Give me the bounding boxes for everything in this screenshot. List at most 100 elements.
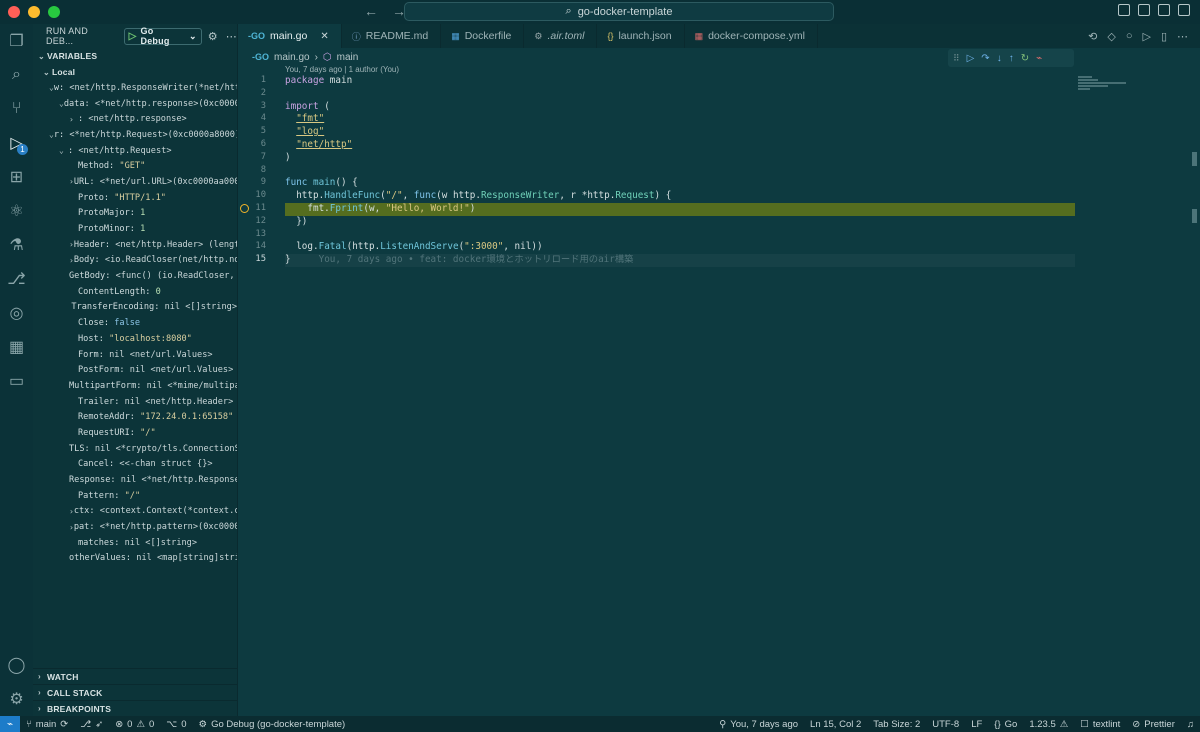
- extensions-icon[interactable]: ⊞: [0, 160, 33, 194]
- variable-row[interactable]: Close: false: [33, 315, 237, 331]
- call-stack-section-header[interactable]: › CALL STACK: [33, 684, 238, 700]
- variable-row[interactable]: Trailer: nil <net/http.Header>: [33, 394, 237, 410]
- variable-row[interactable]: ⌄ w: <net/http.ResponseWriter(*net/htt…: [33, 80, 237, 96]
- variable-row[interactable]: ⌄: <net/http.Request>: [33, 143, 237, 159]
- problems-status[interactable]: ⊗ 0 ⚠ 0: [109, 719, 160, 730]
- step-over-icon[interactable]: ↷: [981, 53, 989, 64]
- explorer-icon[interactable]: ❐: [0, 24, 33, 58]
- tab-docker-compose[interactable]: ▦ docker-compose.yml: [685, 24, 818, 48]
- tab-launch-json[interactable]: {} launch.json: [597, 24, 685, 48]
- line-number[interactable]: 5: [238, 126, 278, 139]
- variable-row[interactable]: Cancel: <<-chan struct {}>: [33, 457, 237, 473]
- close-icon[interactable]: ✕: [320, 31, 328, 42]
- more-actions-icon[interactable]: ⋯: [1177, 30, 1188, 43]
- command-center-search[interactable]: ⌕ go-docker-template: [404, 2, 834, 21]
- cursor-position-status[interactable]: Ln 15, Col 2: [804, 719, 867, 730]
- textlint-status[interactable]: ☐ textlint: [1074, 719, 1126, 730]
- language-mode-status[interactable]: {} Go: [988, 719, 1023, 730]
- variable-row[interactable]: Form: nil <net/url.Values>: [33, 347, 237, 363]
- search-icon[interactable]: ⌕: [0, 58, 33, 92]
- line-number[interactable]: 15: [238, 254, 278, 267]
- variable-row[interactable]: RequestURI: "/": [33, 425, 237, 441]
- disconnect-icon[interactable]: ⌁: [1036, 53, 1042, 64]
- chevron-right-icon[interactable]: ›: [69, 115, 78, 124]
- variable-row[interactable]: ContentLength: 0: [33, 284, 237, 300]
- encoding-status[interactable]: UTF-8: [926, 719, 965, 730]
- line-number-gutter[interactable]: 1 2 3 4 5 6 7 8 9 10 11 12 13 14 15: [238, 75, 278, 267]
- variable-row[interactable]: MultipartForm: nil <*mime/multipar…: [33, 378, 237, 394]
- variable-row[interactable]: ›: <net/http.response>: [33, 111, 237, 127]
- variable-row[interactable]: Proto: "HTTP/1.1": [33, 190, 237, 206]
- ports-status[interactable]: ⌥ 0: [160, 719, 192, 730]
- variable-row[interactable]: ProtoMinor: 1: [33, 221, 237, 237]
- line-number[interactable]: 6: [238, 139, 278, 152]
- chevron-down-icon[interactable]: ⌄: [59, 146, 68, 155]
- variable-row[interactable]: matches: nil <[]string>: [33, 535, 237, 551]
- breadcrumb-file[interactable]: main.go: [274, 52, 310, 63]
- eol-status[interactable]: LF: [965, 719, 988, 730]
- variable-row[interactable]: ›pat: <*net/http.pattern>(0xc000028…: [33, 519, 237, 535]
- account-icon[interactable]: ◯: [0, 648, 33, 682]
- launch-config-select[interactable]: ▷ Go Debug ⌄: [123, 26, 202, 46]
- back-arrow-icon[interactable]: ←: [364, 3, 378, 19]
- customize-layout-icon[interactable]: [1178, 4, 1190, 16]
- variable-row[interactable]: ⌄ r: <*net/http.Request>(0xc0000a8000): [33, 127, 237, 143]
- variable-row[interactable]: Pattern: "/": [33, 488, 237, 504]
- variable-row[interactable]: ›Header: <net/http.Header> (length:…: [33, 237, 237, 253]
- variable-row[interactable]: ›ctx: <context.Context(*context.can…: [33, 504, 237, 520]
- line-number[interactable]: 14: [238, 241, 278, 254]
- line-number[interactable]: 12: [238, 216, 278, 229]
- toggle-sidebar-icon[interactable]: [1118, 4, 1130, 16]
- restart-icon[interactable]: ↻: [1021, 53, 1029, 64]
- paused-breakpoint-icon[interactable]: [240, 203, 249, 213]
- source-control-icon[interactable]: ⑂: [0, 92, 33, 126]
- debug-config-status[interactable]: ⚙ Go Debug (go-docker-template): [193, 719, 352, 730]
- line-number[interactable]: 13: [238, 229, 278, 242]
- run-and-debug-icon[interactable]: ▷ 1: [0, 126, 33, 160]
- variable-row[interactable]: otherValues: nil <map[string]strin…: [33, 551, 237, 567]
- variable-row[interactable]: PostForm: nil <net/url.Values>: [33, 362, 237, 378]
- tab-size-status[interactable]: Tab Size: 2: [867, 719, 926, 730]
- variables-section-header[interactable]: ⌄ VARIABLES: [33, 48, 237, 64]
- more-actions-icon[interactable]: ⋯: [226, 30, 237, 43]
- drag-handle-icon[interactable]: ⠿: [953, 53, 960, 64]
- open-launch-json-gear-icon[interactable]: ⚙: [208, 30, 218, 43]
- sync-icon[interactable]: ⟳: [60, 719, 68, 730]
- variable-row[interactable]: ›Body: <io.ReadCloser(net/http.noBo…: [33, 253, 237, 269]
- run-go-icon[interactable]: ▷: [1142, 30, 1150, 43]
- split-editor-icon[interactable]: ▯: [1161, 30, 1167, 43]
- toggle-secondary-sidebar-icon[interactable]: [1158, 4, 1170, 16]
- variable-row[interactable]: Host: "localhost:8080": [33, 331, 237, 347]
- close-window-button[interactable]: [8, 6, 20, 18]
- remote-indicator-icon[interactable]: ⌁: [0, 716, 20, 732]
- previous-change-icon[interactable]: ◇: [1107, 30, 1115, 43]
- react-icon[interactable]: ⚛: [0, 194, 33, 228]
- line-number[interactable]: 9: [238, 177, 278, 190]
- settings-gear-icon[interactable]: ⚙: [0, 682, 33, 716]
- gitlens-status[interactable]: ⎇ ➶: [74, 719, 109, 730]
- toggle-panel-icon[interactable]: [1138, 4, 1150, 16]
- line-number[interactable]: 10: [238, 190, 278, 203]
- notifications-status[interactable]: ♫: [1181, 719, 1200, 730]
- line-number[interactable]: 3: [238, 101, 278, 114]
- tab-readme[interactable]: ⓘ README.md: [342, 24, 442, 48]
- line-number[interactable]: 7: [238, 152, 278, 165]
- chat-icon[interactable]: ▭: [0, 364, 33, 398]
- step-into-icon[interactable]: ↓: [997, 53, 1002, 64]
- line-number[interactable]: 1: [238, 75, 278, 88]
- variable-row[interactable]: ProtoMajor: 1: [33, 206, 237, 222]
- blame-status[interactable]: ⚲ You, 7 days ago: [713, 719, 804, 730]
- line-number[interactable]: 2: [238, 88, 278, 101]
- variable-row[interactable]: ⌄ data: <*net/http.response>(0xc0000…: [33, 96, 237, 112]
- codelens-blame[interactable]: You, 7 days ago | 1 author (You): [285, 65, 399, 74]
- watch-section-header[interactable]: › WATCH: [33, 668, 238, 684]
- variable-row[interactable]: TLS: nil <*crypto/tls.ConnectionSt…: [33, 441, 237, 457]
- line-number[interactable]: 11: [238, 203, 278, 216]
- tab-dockerfile[interactable]: ▦ Dockerfile: [441, 24, 525, 48]
- code-editor[interactable]: You, 7 days ago | 1 author (You) 1234567…: [238, 64, 1200, 716]
- variable-row[interactable]: Response: nil <*net/http.Response>: [33, 472, 237, 488]
- code-content[interactable]: package main import ( "fmt" "log" "net/h…: [285, 75, 1075, 267]
- minimap[interactable]: [1078, 76, 1128, 116]
- prettier-status[interactable]: ⊘ Prettier: [1126, 719, 1181, 730]
- variable-row[interactable]: GetBody: <func() (io.ReadCloser, e…: [33, 268, 237, 284]
